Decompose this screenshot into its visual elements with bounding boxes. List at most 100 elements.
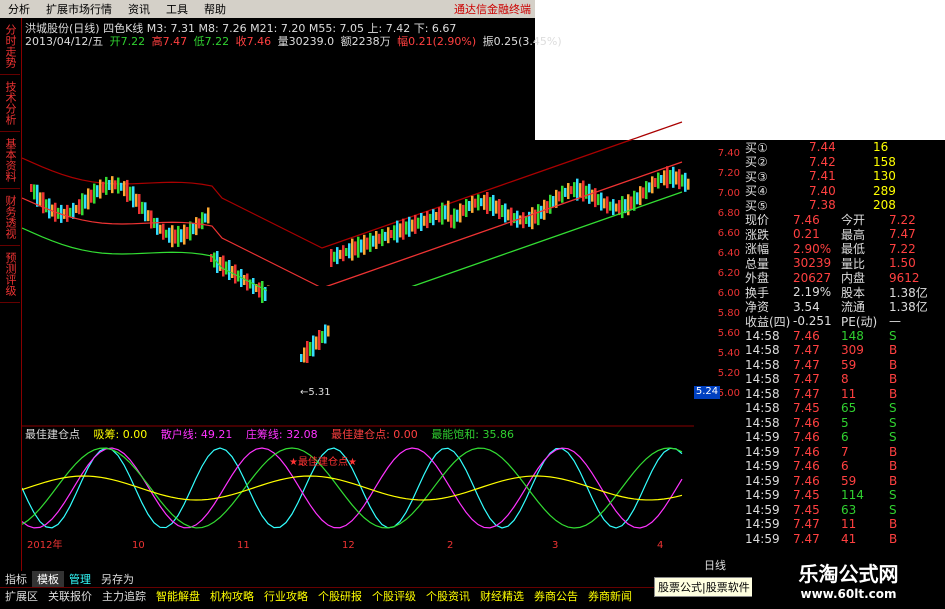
candle	[39, 192, 42, 207]
low-point-label: ←5.31	[300, 387, 331, 398]
candle	[561, 185, 564, 203]
candle	[519, 215, 522, 225]
price-tick-label: 5.00	[717, 388, 740, 399]
candle	[336, 247, 339, 265]
func-bar-item[interactable]: 机构攻略	[205, 588, 259, 604]
candle	[66, 204, 69, 222]
candle	[510, 207, 513, 226]
candle	[393, 225, 396, 241]
candle	[228, 260, 231, 280]
tooltip-popup: 股票公式|股票软件	[654, 577, 754, 597]
candle	[504, 203, 507, 223]
menu-news[interactable]: 资讯	[120, 1, 158, 17]
func-bar-item[interactable]: 行业攻略	[259, 588, 313, 604]
tab-indicator[interactable]: 指标	[0, 571, 32, 587]
tick-time: 14:59	[745, 473, 780, 488]
candle	[345, 248, 348, 256]
stat-value: —	[889, 314, 901, 329]
candle	[180, 229, 183, 243]
candle	[69, 207, 72, 217]
candle	[597, 194, 600, 206]
stat-value: 0.21	[793, 227, 820, 242]
indicator-header: 最佳建仓点 吸筹: 0.00 散户线: 49.21 庄筹线: 32.08 最佳建…	[25, 426, 524, 442]
tab-finance[interactable]: 财务透视	[0, 189, 20, 246]
menu-analysis[interactable]: 分析	[0, 1, 38, 17]
candle	[186, 226, 189, 239]
tab-profile[interactable]: 基本资料	[0, 132, 20, 189]
tick-row: 14:59 7.46 7 B	[745, 445, 937, 460]
candle	[558, 191, 561, 202]
candle	[465, 199, 468, 218]
candle	[249, 279, 252, 289]
func-bar-item[interactable]: 财经精选	[475, 588, 529, 604]
tab-template[interactable]: 模板	[32, 571, 64, 587]
tab-technical[interactable]: 技术分析	[0, 75, 20, 132]
candle	[468, 201, 471, 212]
indicator-max: 最能饱和: 35.86	[431, 428, 515, 441]
candle	[684, 172, 687, 192]
tick-volume: 63	[841, 502, 857, 517]
price-tick-label: 6.20	[717, 268, 740, 279]
candle	[615, 203, 618, 212]
tick-price: 7.47	[793, 372, 820, 387]
candle	[663, 170, 666, 186]
date-tick-label: 11	[237, 540, 250, 551]
tick-time: 14:59	[745, 430, 780, 445]
candle	[72, 202, 75, 219]
menu-tools[interactable]: 工具	[158, 1, 196, 17]
tick-side: B	[889, 372, 898, 387]
func-bar-item[interactable]: 券商公告	[529, 588, 583, 604]
kline-chart[interactable]: ←5.31 2012年101112234100.0080.0060.0040.0…	[22, 18, 694, 553]
price-tick-label: 6.40	[717, 248, 740, 259]
tick-time: 14:58	[745, 372, 780, 387]
candle	[354, 241, 357, 256]
watermark: 乐淘公式网 www.60lt.com	[752, 553, 945, 609]
bid-price: 7.38	[809, 198, 836, 213]
func-bar-item[interactable]: 个股研报	[313, 588, 367, 604]
candle	[231, 266, 234, 278]
func-bar-item[interactable]: 券商新闻	[583, 588, 637, 604]
tab-save-as[interactable]: 另存为	[96, 571, 139, 587]
candle	[177, 225, 180, 247]
tab-intraday[interactable]: 分时走势	[0, 18, 20, 75]
candle	[657, 172, 660, 189]
candle	[576, 178, 579, 201]
candle	[81, 193, 84, 216]
candle	[390, 230, 393, 238]
tick-price: 7.45	[793, 401, 820, 416]
candle	[102, 181, 105, 193]
candle	[612, 199, 615, 216]
candle	[450, 214, 453, 228]
stat-row: 收益(四) -0.251 PE(动) —	[745, 314, 937, 329]
stat-value: 1.38亿	[889, 300, 928, 315]
stat-value: 30239	[793, 256, 832, 271]
tab-manage[interactable]: 管理	[64, 571, 96, 587]
tab-rating[interactable]: 预测评级	[0, 246, 20, 303]
candle	[411, 219, 414, 232]
candle	[549, 194, 552, 214]
candle	[126, 179, 129, 202]
candle	[492, 194, 495, 216]
func-bar-item[interactable]: 个股评级	[367, 588, 421, 604]
candle	[222, 255, 225, 277]
indicator-best: 最佳建仓点: 0.00	[331, 428, 418, 441]
func-bar-item[interactable]: 关联报价	[43, 588, 97, 604]
func-bar-item[interactable]: 个股资讯	[421, 588, 475, 604]
func-bar-item[interactable]: 主力追踪	[97, 588, 151, 604]
func-bar-item[interactable]: 智能解盘	[151, 588, 205, 604]
candle	[366, 237, 369, 250]
candle	[303, 347, 306, 363]
tick-time: 14:59	[745, 444, 780, 459]
tick-row: 14:58 7.47 309 B	[745, 343, 937, 358]
candle	[141, 201, 144, 214]
candle	[207, 207, 210, 224]
menu-extended-market[interactable]: 扩展市场行情	[38, 1, 120, 17]
menu-help[interactable]: 帮助	[196, 1, 234, 17]
candle	[603, 198, 606, 209]
tick-volume: 309	[841, 343, 864, 358]
quote-panel: 买① 7.44 16 买② 7.42 158 买③ 7.41 130 买④ 7.40 289 买⑤ 7.3…	[745, 140, 937, 550]
candle	[669, 170, 672, 185]
func-bar-item[interactable]: 扩展区	[0, 588, 43, 604]
indicator-banker: 庄筹线: 32.08	[245, 428, 318, 441]
stat-value: 1.50	[889, 256, 916, 271]
